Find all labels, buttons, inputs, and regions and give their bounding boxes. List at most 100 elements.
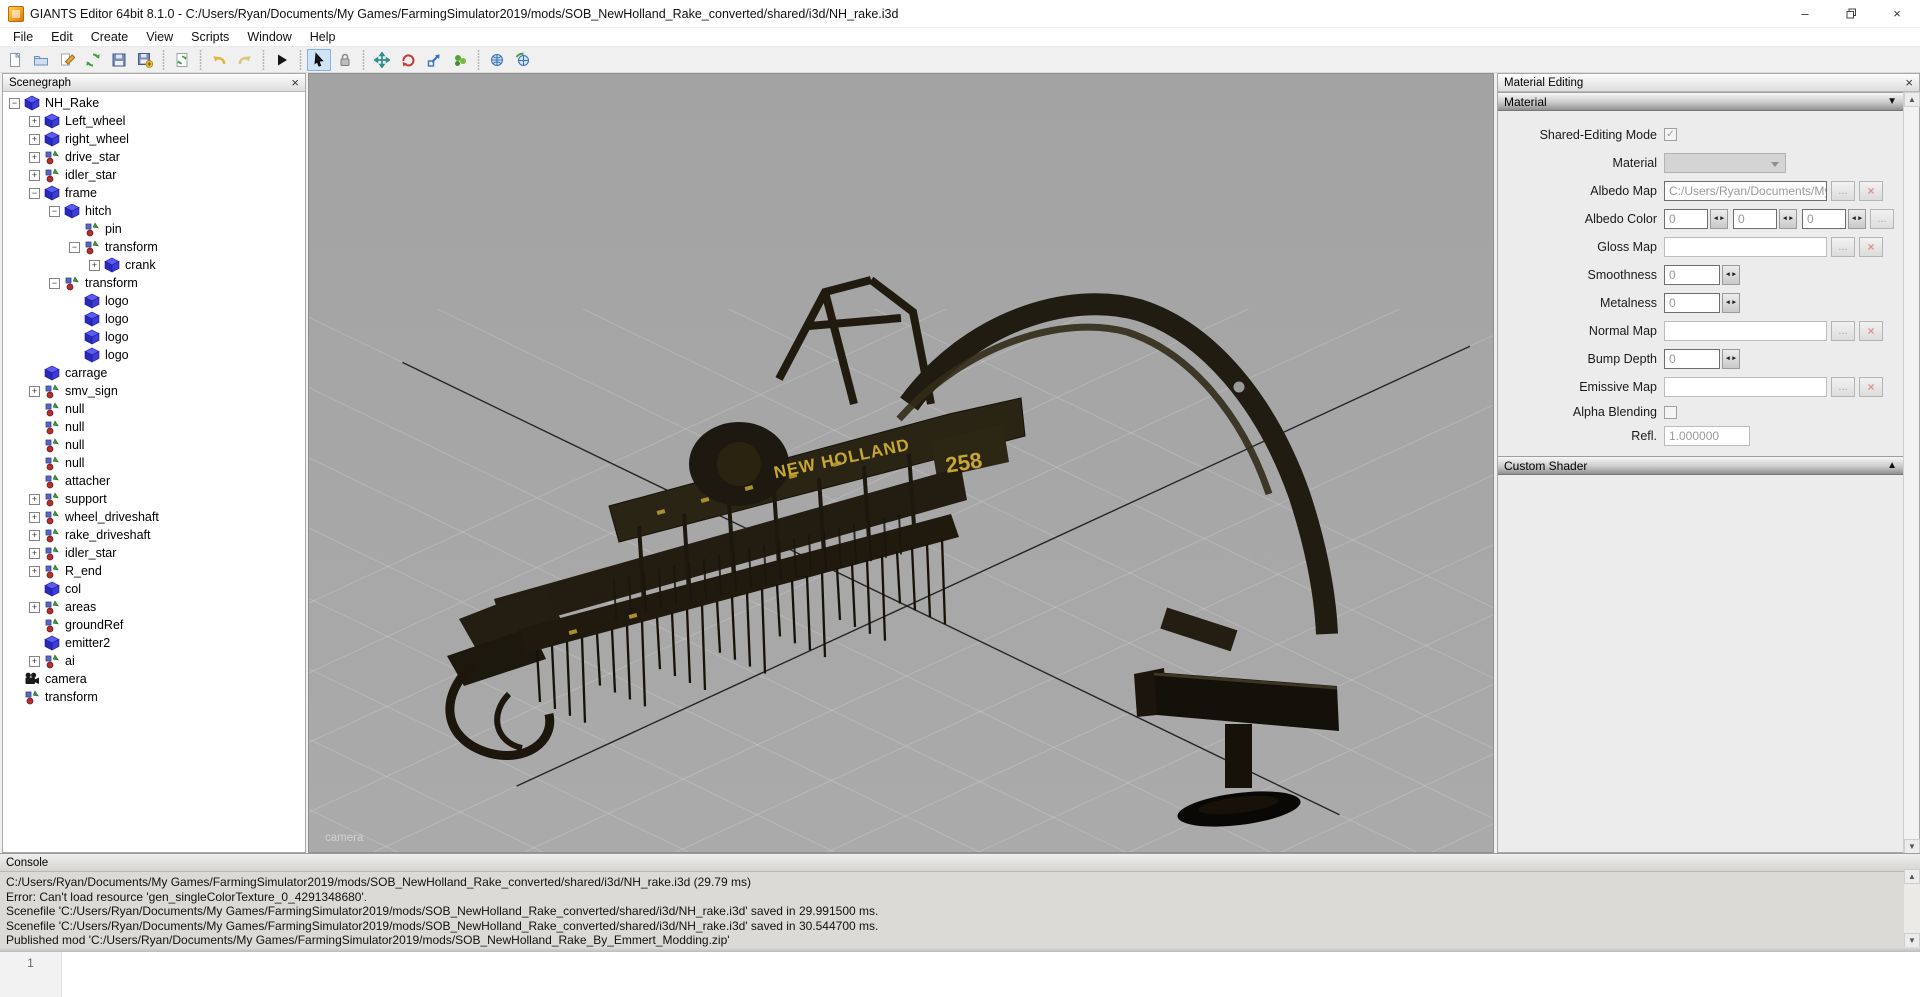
viewport-canvas[interactable]: NEW HOLLAND 258 [309, 74, 1494, 853]
tree-item-logo[interactable]: logo [3, 328, 305, 346]
tree-item-null[interactable]: null [3, 400, 305, 418]
albedo-map-browse-button[interactable]: ... [1831, 181, 1855, 201]
material-panel-scrollbar[interactable]: ▲ ▼ [1903, 92, 1919, 854]
collapse-icon[interactable]: − [49, 278, 60, 289]
tree-item-null[interactable]: null [3, 436, 305, 454]
metalness-spinner[interactable]: ◄► [1722, 293, 1740, 313]
rotate-tool-button[interactable] [396, 49, 420, 71]
tree-item-emitter2[interactable]: emitter2 [3, 634, 305, 652]
tree-item-ai[interactable]: +ai [3, 652, 305, 670]
tree-item-support[interactable]: +support [3, 490, 305, 508]
snap-tool-button[interactable] [448, 49, 472, 71]
menu-edit[interactable]: Edit [42, 29, 82, 45]
world-mode-button[interactable] [485, 49, 509, 71]
expand-icon[interactable]: + [29, 566, 40, 577]
tree-item-null[interactable]: null [3, 454, 305, 472]
menu-window[interactable]: Window [238, 29, 300, 45]
expand-icon[interactable]: + [29, 530, 40, 541]
tree-item-null[interactable]: null [3, 418, 305, 436]
tree-item-hitch[interactable]: −hitch [3, 202, 305, 220]
gloss-map-clear-button[interactable]: × [1859, 237, 1883, 257]
expand-icon[interactable]: + [89, 260, 100, 271]
albedo-color-b-spinner[interactable]: ◄► [1848, 209, 1866, 229]
expand-icon[interactable]: + [29, 656, 40, 667]
expand-icon[interactable]: + [29, 548, 40, 559]
menu-view[interactable]: View [137, 29, 182, 45]
albedo-color-b-input[interactable]: 0 [1802, 209, 1846, 229]
menu-help[interactable]: Help [301, 29, 345, 45]
tree-item-transform[interactable]: transform [3, 688, 305, 706]
albedo-map-input[interactable]: C:/Users/Ryan/Documents/My Gan [1664, 181, 1827, 201]
refl-input[interactable]: 1.000000 [1664, 426, 1750, 446]
expand-caret-icon[interactable]: ▲ [1887, 460, 1897, 471]
normal-map-browse-button[interactable]: ... [1831, 321, 1855, 341]
new-scene-button[interactable] [3, 49, 27, 71]
import-button[interactable] [81, 49, 105, 71]
bump-depth-spinner[interactable]: ◄► [1722, 349, 1740, 369]
scroll-up-icon[interactable]: ▲ [1904, 92, 1920, 107]
undo-button[interactable] [207, 49, 231, 71]
metalness-input[interactable]: 0 [1664, 293, 1720, 313]
gloss-map-input[interactable] [1664, 237, 1827, 257]
emissive-map-input[interactable] [1664, 377, 1827, 397]
normal-map-clear-button[interactable]: × [1859, 321, 1883, 341]
redo-button[interactable] [233, 49, 257, 71]
emissive-map-clear-button[interactable]: × [1859, 377, 1883, 397]
tree-item-left_wheel[interactable]: +Left_wheel [3, 112, 305, 130]
material-dropdown[interactable] [1664, 153, 1786, 173]
expand-icon[interactable]: + [29, 170, 40, 181]
albedo-color-picker-button[interactable]: ... [1870, 209, 1894, 229]
tree-item-col[interactable]: col [3, 580, 305, 598]
tree-item-right_wheel[interactable]: +right_wheel [3, 130, 305, 148]
script-editor[interactable]: 1 [0, 952, 1920, 997]
smoothness-input[interactable]: 0 [1664, 265, 1720, 285]
collapse-caret-icon[interactable]: ▼ [1887, 96, 1897, 107]
albedo-color-g-input[interactable]: 0 [1733, 209, 1777, 229]
tree-item-idler_star[interactable]: +idler_star [3, 166, 305, 184]
viewport-3d[interactable]: NEW HOLLAND 258 camera [308, 73, 1494, 853]
tree-item-logo[interactable]: logo [3, 310, 305, 328]
albedo-map-clear-button[interactable]: × [1859, 181, 1883, 201]
scroll-down-icon[interactable]: ▼ [1904, 839, 1920, 854]
expand-icon[interactable]: + [29, 494, 40, 505]
minimize-button[interactable]: – [1782, 0, 1828, 28]
gloss-map-browse-button[interactable]: ... [1831, 237, 1855, 257]
translate-tool-button[interactable] [370, 49, 394, 71]
collapse-icon[interactable]: − [9, 98, 20, 109]
material-editing-close-icon[interactable]: × [1905, 78, 1913, 88]
smoothness-spinner[interactable]: ◄► [1722, 265, 1740, 285]
tree-item-drive_star[interactable]: +drive_star [3, 148, 305, 166]
render-mode-button[interactable] [511, 49, 535, 71]
expand-icon[interactable]: + [29, 602, 40, 613]
tree-item-wheel_driveshaft[interactable]: +wheel_driveshaft [3, 508, 305, 526]
shared-editing-checkbox[interactable]: ✓ [1664, 128, 1677, 141]
collapse-icon[interactable]: − [49, 206, 60, 217]
menu-scripts[interactable]: Scripts [182, 29, 238, 45]
emissive-map-browse-button[interactable]: ... [1831, 377, 1855, 397]
tree-item-crank[interactable]: +crank [3, 256, 305, 274]
expand-icon[interactable]: + [29, 152, 40, 163]
normal-map-input[interactable] [1664, 321, 1827, 341]
expand-icon[interactable]: + [29, 116, 40, 127]
select-tool-button[interactable] [307, 49, 331, 71]
save-button[interactable] [107, 49, 131, 71]
tree-item-attacher[interactable]: attacher [3, 472, 305, 490]
tree-item-r_end[interactable]: +R_end [3, 562, 305, 580]
custom-shader-section-bar[interactable]: Custom Shader ▲ [1498, 456, 1903, 475]
close-button[interactable]: × [1874, 0, 1920, 28]
reload-button[interactable] [170, 49, 194, 71]
material-section-bar[interactable]: Material ▼ [1498, 92, 1903, 111]
albedo-color-r-spinner[interactable]: ◄► [1710, 209, 1728, 229]
tree-item-logo[interactable]: logo [3, 292, 305, 310]
save-plus-button[interactable] [133, 49, 157, 71]
expand-icon[interactable]: + [29, 134, 40, 145]
play-button[interactable] [270, 49, 294, 71]
edit-scene-button[interactable] [55, 49, 79, 71]
scale-tool-button[interactable] [422, 49, 446, 71]
tree-item-pin[interactable]: pin [3, 220, 305, 238]
menu-create[interactable]: Create [82, 29, 138, 45]
console-scroll-up-icon[interactable]: ▲ [1904, 869, 1920, 884]
expand-icon[interactable]: + [29, 512, 40, 523]
albedo-color-g-spinner[interactable]: ◄► [1779, 209, 1797, 229]
collapse-icon[interactable]: − [69, 242, 80, 253]
